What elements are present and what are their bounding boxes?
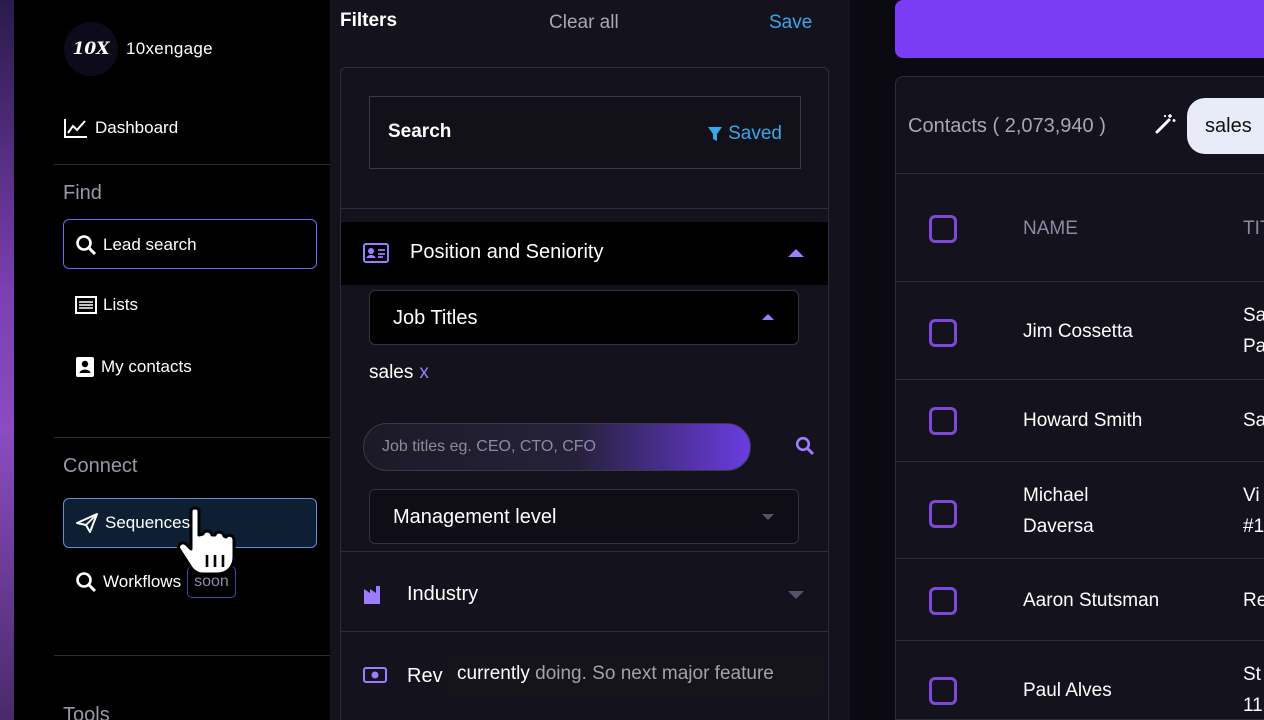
- divider: [341, 551, 828, 552]
- sidebar-item-label: Dashboard: [95, 118, 179, 137]
- contact-name[interactable]: Aaron Stutsman: [1023, 585, 1159, 616]
- sidebar: 10X 10xengage Dashboard Find Lead search…: [14, 0, 331, 720]
- section-label: Industry: [407, 583, 479, 605]
- clear-all-button[interactable]: Clear all: [549, 12, 619, 34]
- id-card-icon: [363, 243, 389, 263]
- contact-name[interactable]: Howard Smith: [1023, 405, 1142, 436]
- tag-label: sales: [369, 362, 414, 383]
- column-header-name: NAME: [1023, 218, 1078, 239]
- section-find: Find: [63, 182, 102, 204]
- row-checkbox[interactable]: [929, 587, 957, 615]
- job-titles-dropdown[interactable]: Job Titles: [369, 290, 799, 345]
- select-all-checkbox[interactable]: [929, 215, 957, 243]
- contact-name[interactable]: Jim Cossetta: [1023, 316, 1133, 347]
- search-icon: [76, 235, 97, 256]
- column-header-title: TIT: [1243, 218, 1264, 239]
- section-tools: Tools: [63, 704, 110, 720]
- sidebar-item-label: Lists: [103, 295, 138, 314]
- divider: [54, 655, 331, 656]
- filters-panel: Filters Clear all Save Search Saved Posi…: [330, 0, 850, 720]
- management-level-dropdown[interactable]: Management level: [369, 489, 799, 544]
- top-action-button[interactable]: [895, 0, 1264, 58]
- contact-name[interactable]: Paul Alves: [1023, 675, 1112, 706]
- sidebar-item-my-contacts[interactable]: My contacts: [75, 356, 192, 378]
- sidebar-item-dashboard[interactable]: Dashboard: [63, 117, 178, 139]
- sidebar-item-label: Lead search: [103, 235, 197, 254]
- sidebar-item-lists[interactable]: Lists: [75, 295, 138, 315]
- table-row[interactable]: Howard Smith Sa: [896, 379, 1264, 461]
- table-header-row: NAME TIT: [896, 173, 1264, 281]
- app-name: 10xengage: [126, 39, 213, 58]
- chevron-up-icon: [762, 314, 774, 320]
- sidebar-item-label: My contacts: [101, 357, 192, 376]
- row-checkbox[interactable]: [929, 500, 957, 528]
- dropdown-label: Management level: [393, 506, 557, 528]
- divider: [54, 164, 331, 165]
- filter-funnel-icon: [708, 127, 723, 141]
- list-icon: [75, 296, 97, 314]
- divider: [341, 208, 828, 209]
- table-row[interactable]: Aaron Stutsman Re: [896, 558, 1264, 640]
- industry-icon: [364, 586, 380, 604]
- sidebar-item-lead-search-content[interactable]: Lead search: [75, 234, 197, 256]
- section-position-seniority[interactable]: Position and Seniority: [341, 222, 828, 285]
- row-checkbox[interactable]: [929, 407, 957, 435]
- contact-title: Re: [1243, 590, 1264, 611]
- table-row[interactable]: Michael Daversa Vi #1: [896, 461, 1264, 558]
- contact-title: Sa: [1243, 410, 1264, 431]
- magic-wand-icon[interactable]: [1154, 113, 1176, 135]
- chevron-up-icon[interactable]: [788, 249, 804, 257]
- chevron-down-icon: [788, 591, 804, 599]
- filter-list: Search Saved Position and Seniority Job …: [340, 67, 829, 720]
- contact-book-icon: [76, 357, 94, 377]
- contacts-table-panel: Contacts ( 2,073,940 ) sales NAME TIT Ji…: [895, 76, 1264, 720]
- chip-label: sales: [1205, 115, 1252, 137]
- section-label: Position and Seniority: [410, 241, 604, 263]
- search-label: Search: [388, 121, 452, 142]
- selected-job-title-tag: sales x: [369, 362, 429, 384]
- sidebar-item-label: Workflows: [103, 572, 182, 591]
- table-row[interactable]: Paul Alves St 11: [896, 640, 1264, 720]
- section-connect: Connect: [63, 455, 138, 477]
- filters-title: Filters: [340, 10, 398, 31]
- paper-plane-icon: [76, 513, 98, 533]
- row-checkbox[interactable]: [929, 677, 957, 705]
- caption-text: currently doing. So next major feature: [457, 663, 774, 684]
- remove-tag-button[interactable]: x: [419, 362, 429, 383]
- search-icon: [76, 572, 97, 593]
- app-logo[interactable]: 10X 10xengage: [64, 22, 213, 76]
- contact-title: St 11: [1243, 664, 1263, 716]
- dropdown-label: Job Titles: [393, 307, 478, 329]
- contacts-count: Contacts ( 2,073,940 ): [908, 115, 1106, 137]
- job-titles-input-wrapper: [363, 423, 751, 471]
- divider: [341, 631, 828, 632]
- saved-label: Saved: [728, 123, 782, 144]
- table-row[interactable]: Jim Cossetta Sa Pa: [896, 281, 1264, 379]
- money-icon: [363, 667, 387, 683]
- desktop-edge: [0, 0, 14, 720]
- divider: [54, 437, 331, 438]
- row-checkbox[interactable]: [929, 319, 957, 347]
- logo-mark: 10X: [64, 22, 118, 76]
- contact-title: Sa Pa: [1243, 305, 1264, 357]
- chevron-down-icon: [762, 514, 774, 520]
- saved-search-box[interactable]: Search Saved: [369, 96, 801, 169]
- contact-title: Vi #1: [1243, 485, 1264, 537]
- hand-pointer-icon: [177, 506, 236, 576]
- section-industry[interactable]: Industry: [341, 555, 828, 635]
- job-titles-input[interactable]: [364, 424, 750, 470]
- saved-searches-button[interactable]: Saved: [707, 123, 782, 145]
- search-icon[interactable]: [795, 436, 815, 456]
- query-chip[interactable]: sales: [1187, 98, 1264, 154]
- chart-line-icon: [64, 119, 87, 138]
- save-button[interactable]: Save: [769, 12, 812, 34]
- video-caption: currently doing. So next major feature: [443, 651, 822, 696]
- contact-name[interactable]: Michael Daversa: [1023, 480, 1094, 542]
